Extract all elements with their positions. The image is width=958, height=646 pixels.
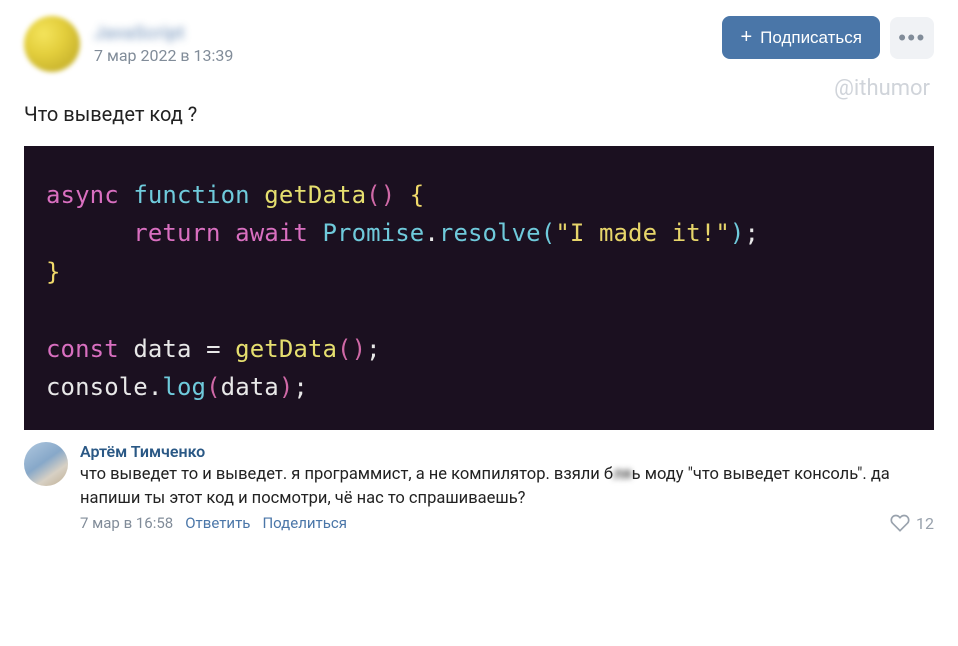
code-token: const — [46, 335, 119, 363]
comment-author[interactable]: Артём Тимченко — [80, 442, 934, 461]
post-meta: JavaScript 7 мар 2022 в 13:39 — [94, 23, 233, 65]
comment-content: Артём Тимченко что выведет то и выведет.… — [80, 442, 934, 533]
code-token: "I made it!" — [555, 219, 730, 247]
post-date[interactable]: 7 мар 2022 в 13:39 — [94, 46, 233, 65]
dots-icon: ••• — [898, 25, 926, 51]
comment: Артём Тимченко что выведет то и выведет.… — [24, 442, 934, 543]
comment-footer: 7 мар в 16:58 Ответить Поделиться 12 — [80, 513, 934, 533]
comment-text-censored: ля — [613, 463, 632, 486]
code-token: () — [337, 335, 366, 363]
group-name[interactable]: JavaScript — [94, 23, 233, 44]
post-header-left: JavaScript 7 мар 2022 в 13:39 — [24, 16, 233, 72]
more-button[interactable]: ••• — [890, 17, 934, 59]
code-token: async — [46, 181, 119, 209]
code-token: return — [133, 219, 220, 247]
comment-text-part: что выведет то и выведет. я программист,… — [80, 465, 613, 484]
code-token: ; — [293, 373, 308, 401]
comment-avatar[interactable] — [24, 442, 68, 486]
code-token: () — [366, 181, 395, 209]
code-token: resolve — [439, 219, 541, 247]
code-token: ) — [279, 373, 294, 401]
code-token: data — [221, 373, 279, 401]
code-token: log — [162, 373, 206, 401]
code-token: await — [235, 219, 308, 247]
watermark: @ithumor — [834, 76, 930, 101]
code-token: ; — [744, 219, 759, 247]
comment-actions: 7 мар в 16:58 Ответить Поделиться — [80, 514, 347, 532]
code-token: ( — [206, 373, 221, 401]
subscribe-label: Подписаться — [760, 28, 862, 48]
like-count: 12 — [916, 514, 934, 533]
group-avatar[interactable] — [24, 16, 80, 72]
comment-share-button[interactable]: Поделиться — [262, 514, 347, 532]
code-token: Promise — [322, 219, 424, 247]
code-image[interactable]: async function getData() { return await … — [24, 146, 934, 430]
code-token: . — [148, 373, 163, 401]
code-token: { — [395, 181, 424, 209]
code-token: getData — [235, 335, 337, 363]
code-token: ) — [730, 219, 745, 247]
code-token: = — [192, 335, 236, 363]
code-token: . — [424, 219, 439, 247]
comment-like-button[interactable]: 12 — [890, 513, 934, 533]
code-token: console — [46, 373, 148, 401]
code-token: data — [133, 335, 191, 363]
code-token: ( — [541, 219, 556, 247]
subscribe-button[interactable]: + Подписаться — [722, 16, 880, 59]
plus-icon: + — [740, 26, 752, 49]
comment-text: что выведет то и выведет. я программист,… — [80, 463, 934, 510]
code-token: } — [46, 258, 61, 286]
post-text: Что выведет код ? — [24, 102, 934, 126]
comment-reply-button[interactable]: Ответить — [185, 514, 250, 532]
heart-icon — [890, 513, 910, 533]
code-token: ; — [366, 335, 381, 363]
code-token: getData — [264, 181, 366, 209]
comment-date: 7 мар в 16:58 — [80, 514, 173, 532]
code-token: function — [133, 181, 249, 209]
post-header-actions: + Подписаться ••• — [722, 16, 934, 59]
post-header: JavaScript 7 мар 2022 в 13:39 + Подписат… — [24, 16, 934, 72]
